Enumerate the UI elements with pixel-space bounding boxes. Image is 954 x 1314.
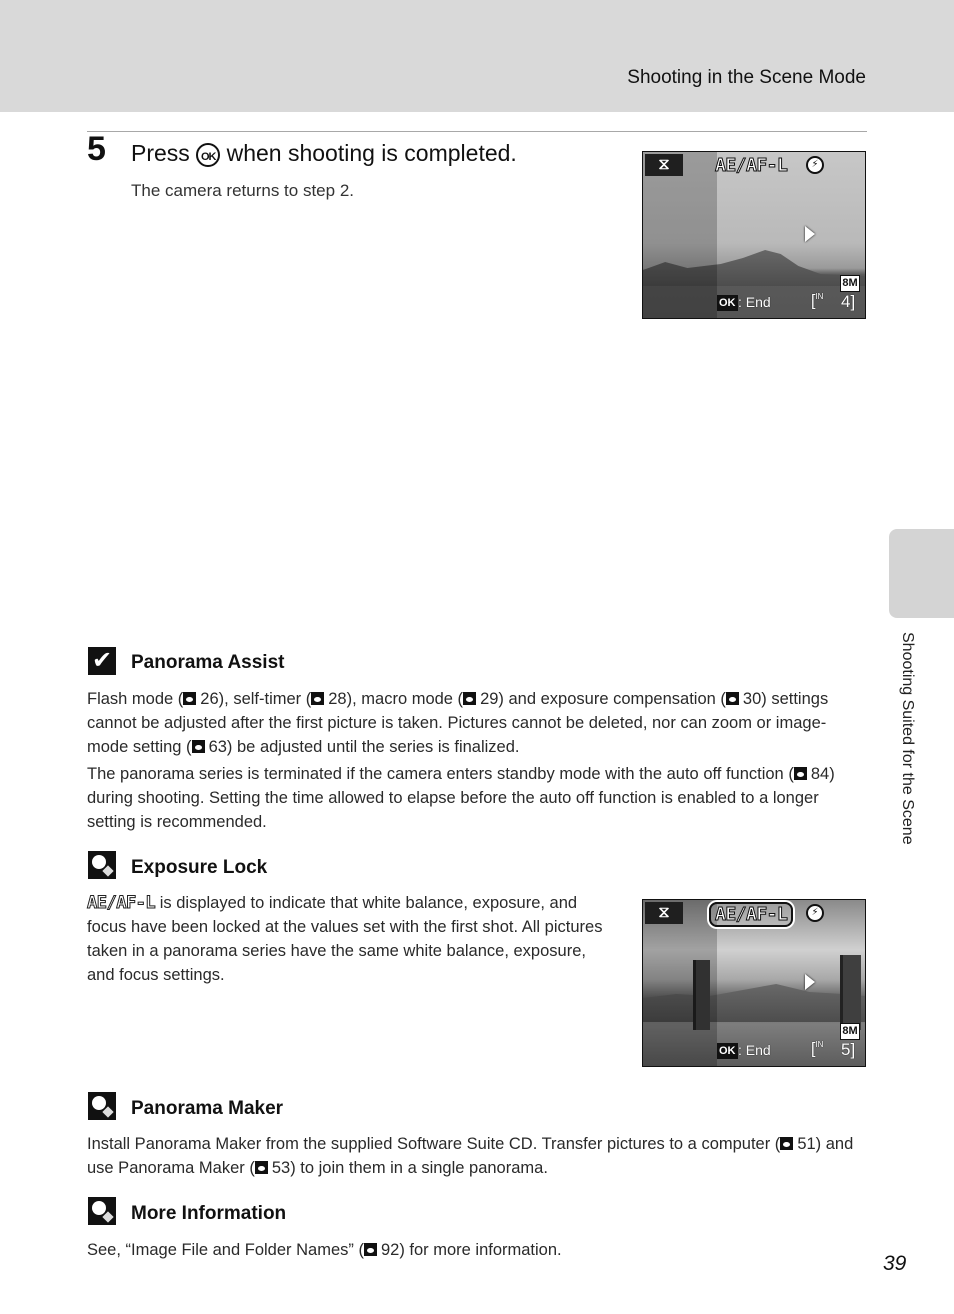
panorama-assist-paragraph-2: The panorama series is terminated if the… bbox=[87, 762, 865, 834]
text: ), macro mode ( bbox=[346, 690, 464, 708]
frames-count: 5 bbox=[841, 1040, 851, 1059]
building-silhouette bbox=[840, 955, 861, 1030]
panorama-assist-icon: ⧖ bbox=[645, 154, 683, 176]
side-tab-label: Shooting Suited for the Scene bbox=[899, 632, 916, 845]
step-title: Press OK when shooting is completed. bbox=[131, 140, 517, 167]
ok-action-label: : End bbox=[738, 1042, 771, 1058]
reference-icon bbox=[780, 1137, 794, 1150]
previous-frame-overlay bbox=[643, 900, 717, 1066]
page-ref: 29 bbox=[480, 690, 499, 708]
memory-label: IN bbox=[815, 1040, 824, 1049]
exposure-lock-paragraph: AE/AF-L is displayed to indicate that wh… bbox=[86, 891, 617, 987]
arrow-right-icon bbox=[805, 974, 815, 990]
reference-icon bbox=[183, 692, 197, 705]
ae-af-lock-indicator: AE/AF-L bbox=[714, 155, 788, 177]
text: The panorama series is terminated if the… bbox=[87, 765, 794, 783]
reference-icon bbox=[254, 1161, 268, 1174]
ok-button-icon: OK bbox=[196, 143, 221, 167]
memory-label: IN bbox=[815, 292, 824, 301]
tip-icon bbox=[88, 1092, 116, 1120]
camera-screen-1: ⧖ AE/AF-L ⚡ 8M OK : End [IN 4] bbox=[642, 151, 866, 319]
reference-icon bbox=[725, 692, 739, 705]
text: ) and exposure compensation ( bbox=[498, 690, 726, 708]
step-title-before: Press bbox=[131, 140, 197, 166]
camera-screen-2: ⧖ AE/AF-L ⚡ 8M OK : End [IN 5] bbox=[642, 899, 866, 1067]
panorama-assist-icon: ⧖ bbox=[645, 902, 683, 924]
flash-off-icon: ⚡ bbox=[806, 904, 824, 922]
step-description: The camera returns to step 2. bbox=[131, 181, 354, 200]
panorama-maker-paragraph: Install Panorama Maker from the supplied… bbox=[87, 1132, 865, 1180]
page-ref: 63 bbox=[208, 738, 227, 756]
ae-af-lock-label: AE/AF-L bbox=[86, 893, 156, 914]
step-number: 5 bbox=[87, 130, 106, 168]
reference-icon bbox=[363, 1243, 377, 1256]
tip-icon bbox=[88, 851, 116, 879]
page-ref: 51 bbox=[797, 1135, 816, 1153]
side-tab bbox=[889, 529, 954, 618]
note-title-panorama-assist: Panorama Assist bbox=[131, 652, 285, 673]
page-ref: 92 bbox=[380, 1241, 400, 1259]
reference-icon bbox=[463, 692, 477, 705]
page-ref: 28 bbox=[328, 690, 347, 708]
text: is displayed to indicate that white bala… bbox=[87, 894, 603, 984]
frames-remaining: 5] bbox=[841, 1040, 856, 1059]
header-band: Shooting in the Scene Mode bbox=[0, 0, 954, 112]
text: See, “Image File and Folder Names” ( bbox=[87, 1241, 364, 1259]
page-ref: 26 bbox=[200, 690, 219, 708]
page-ref: 53 bbox=[271, 1159, 291, 1177]
text: ), self-timer ( bbox=[218, 690, 312, 708]
text: Flash mode ( bbox=[87, 690, 184, 708]
note-title-more-information: More Information bbox=[131, 1203, 287, 1224]
page-ref: 30 bbox=[742, 690, 762, 708]
frames-remaining: 4] bbox=[841, 292, 856, 311]
text: ) to join them in a single panorama. bbox=[290, 1159, 548, 1177]
text: ) for more information. bbox=[399, 1241, 562, 1259]
section-title: Shooting in the Scene Mode bbox=[627, 67, 866, 88]
text: ) be adjusted until the series is finali… bbox=[226, 738, 520, 756]
ok-action-label: : End bbox=[738, 294, 771, 310]
ok-key-icon: OK bbox=[717, 1043, 738, 1059]
tip-icon bbox=[88, 1197, 116, 1225]
ok-key-icon: OK bbox=[717, 295, 738, 311]
ae-af-lock-indicator-highlighted: AE/AF-L bbox=[709, 902, 794, 927]
reference-icon bbox=[191, 740, 205, 753]
frames-count: 4 bbox=[841, 292, 851, 311]
image-size-icon: 8M bbox=[840, 275, 860, 292]
image-size-icon: 8M bbox=[840, 1023, 860, 1040]
arrow-right-icon bbox=[805, 226, 815, 242]
reference-icon bbox=[311, 692, 325, 705]
internal-memory-icon: [IN bbox=[811, 1040, 824, 1058]
page-ref: 84 bbox=[810, 765, 830, 783]
panorama-assist-paragraph-1: Flash mode ( 26), self-timer ( 28), macro … bbox=[87, 687, 865, 759]
text: Install Panorama Maker from the supplied… bbox=[87, 1135, 781, 1153]
flash-off-icon: ⚡ bbox=[806, 156, 824, 174]
check-icon: ✔ bbox=[88, 647, 116, 675]
more-information-paragraph: See, “Image File and Folder Names” ( 92) … bbox=[87, 1238, 865, 1262]
page-number: 39 bbox=[883, 1252, 907, 1275]
note-title-panorama-maker: Panorama Maker bbox=[131, 1098, 284, 1119]
internal-memory-icon: [IN bbox=[811, 292, 824, 310]
step-title-after: when shooting is completed. bbox=[220, 140, 517, 166]
reference-icon bbox=[793, 767, 807, 780]
divider bbox=[87, 131, 867, 132]
note-title-exposure-lock: Exposure Lock bbox=[131, 857, 268, 878]
previous-frame-overlay bbox=[643, 152, 717, 318]
